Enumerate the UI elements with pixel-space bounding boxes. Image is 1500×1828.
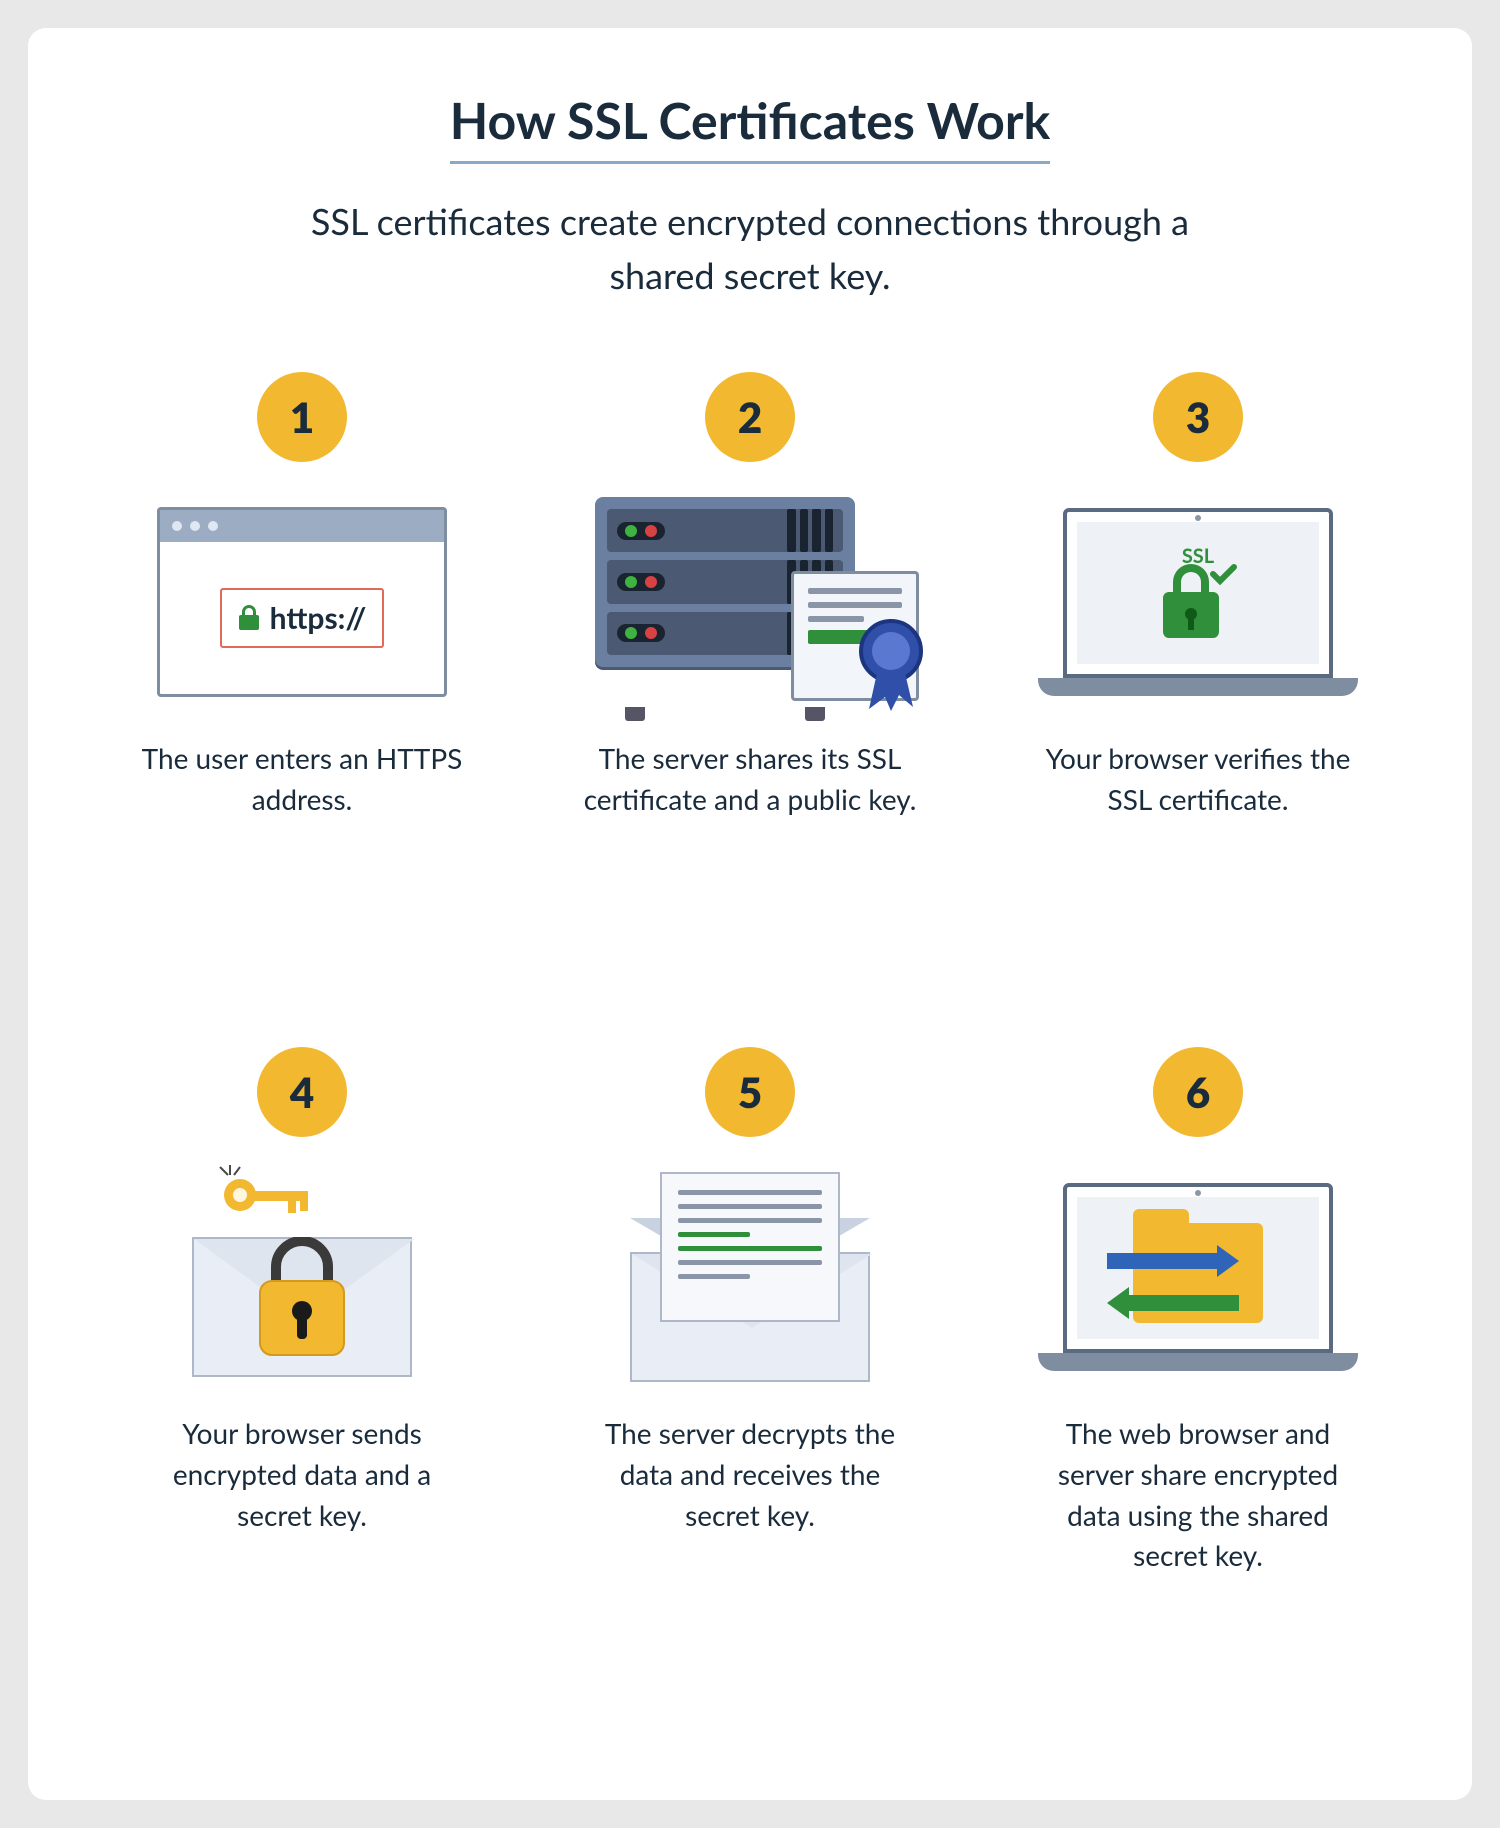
envelope-lock-key-icon xyxy=(172,1167,432,1387)
padlock-gold-icon xyxy=(252,1237,352,1357)
step-caption: The server shares its SSL certificate an… xyxy=(580,738,920,819)
step-4: 4 xyxy=(108,1047,496,1760)
step-6: 6 xyxy=(1004,1047,1392,1760)
padlock-icon xyxy=(238,605,260,631)
page-title: How SSL Certificates Work xyxy=(450,88,1051,164)
arrow-right-icon xyxy=(1107,1245,1239,1277)
step-badge: 3 xyxy=(1153,372,1243,462)
step-caption: Your browser verifies the SSL certificat… xyxy=(1028,738,1368,819)
page-subtitle: SSL certificates create encrypted connec… xyxy=(300,194,1200,302)
step-badge: 4 xyxy=(257,1047,347,1137)
step-3: 3 SSL xyxy=(1004,372,1392,1003)
step-badge: 6 xyxy=(1153,1047,1243,1137)
steps-grid: 1 https:// The user enters an HTTPS addr… xyxy=(108,372,1392,1760)
step-caption: Your browser sends encrypted data and a … xyxy=(132,1413,472,1535)
lock-check-icon xyxy=(1159,562,1237,642)
folder-icon xyxy=(1133,1223,1263,1323)
step-5: 5 The server decrypts the data and recei… xyxy=(556,1047,944,1760)
envelope-document-icon xyxy=(630,1167,870,1387)
step-caption: The user enters an HTTPS address. xyxy=(132,738,472,819)
laptop-folder-transfer-icon xyxy=(1048,1167,1348,1387)
step-1: 1 https:// The user enters an HTTPS addr… xyxy=(108,372,496,1003)
step-2: 2 xyxy=(556,372,944,1003)
arrow-left-icon xyxy=(1107,1287,1239,1319)
step-caption: The server decrypts the data and receive… xyxy=(580,1413,920,1535)
step-caption: The web browser and server share encrypt… xyxy=(1028,1413,1368,1575)
browser-https-icon: https:// xyxy=(157,492,447,712)
document-icon xyxy=(660,1172,840,1322)
ribbon-seal-icon xyxy=(851,617,931,717)
key-icon xyxy=(218,1165,328,1221)
laptop-ssl-icon: SSL xyxy=(1048,492,1348,712)
step-badge: 2 xyxy=(705,372,795,462)
server-certificate-icon xyxy=(595,492,905,712)
step-badge: 1 xyxy=(257,372,347,462)
infographic-card: How SSL Certificates Work SSL certificat… xyxy=(28,28,1472,1800)
https-text: https:// xyxy=(270,600,367,636)
https-url-box: https:// xyxy=(220,588,385,648)
step-badge: 5 xyxy=(705,1047,795,1137)
